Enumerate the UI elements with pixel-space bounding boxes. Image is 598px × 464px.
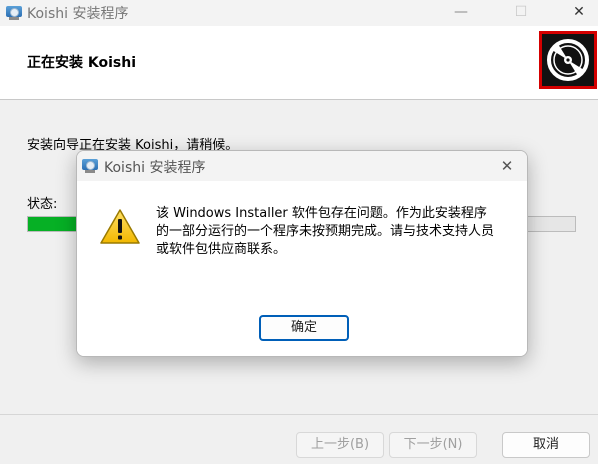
dialog-titlebar: Koishi 安装程序 ✕ [77, 151, 527, 181]
error-dialog: Koishi 安装程序 ✕ 该 Windows Installer 软件包存在问… [76, 150, 528, 357]
footer-divider [0, 414, 598, 415]
installer-app-icon [6, 6, 22, 20]
disc-logo-icon [539, 31, 597, 89]
dialog-app-icon [82, 159, 98, 173]
cancel-button[interactable]: 取消 [502, 432, 590, 458]
wizard-header: 正在安装 Koishi [0, 26, 598, 100]
warning-icon [99, 208, 141, 250]
minimize-button[interactable]: — [438, 0, 484, 26]
dialog-close-button[interactable]: ✕ [495, 154, 519, 178]
back-button[interactable]: 上一步(B) [296, 432, 384, 458]
main-titlebar: Koishi 安装程序 — ☐ ✕ [0, 0, 598, 26]
dialog-message: 该 Windows Installer 软件包存在问题。作为此安装程序的一部分运… [156, 206, 495, 257]
dialog-title: Koishi 安装程序 [104, 160, 206, 176]
maximize-button[interactable]: ☐ [498, 0, 544, 26]
page-title: 正在安装 Koishi [27, 55, 136, 71]
ok-button[interactable]: 确定 [259, 315, 349, 341]
window-title: Koishi 安装程序 [27, 6, 129, 22]
dialog-body: 该 Windows Installer 软件包存在问题。作为此安装程序的一部分运… [77, 181, 527, 356]
close-button[interactable]: ✕ [556, 0, 598, 26]
status-label: 状态: [27, 197, 58, 212]
next-button[interactable]: 下一步(N) [389, 432, 477, 458]
